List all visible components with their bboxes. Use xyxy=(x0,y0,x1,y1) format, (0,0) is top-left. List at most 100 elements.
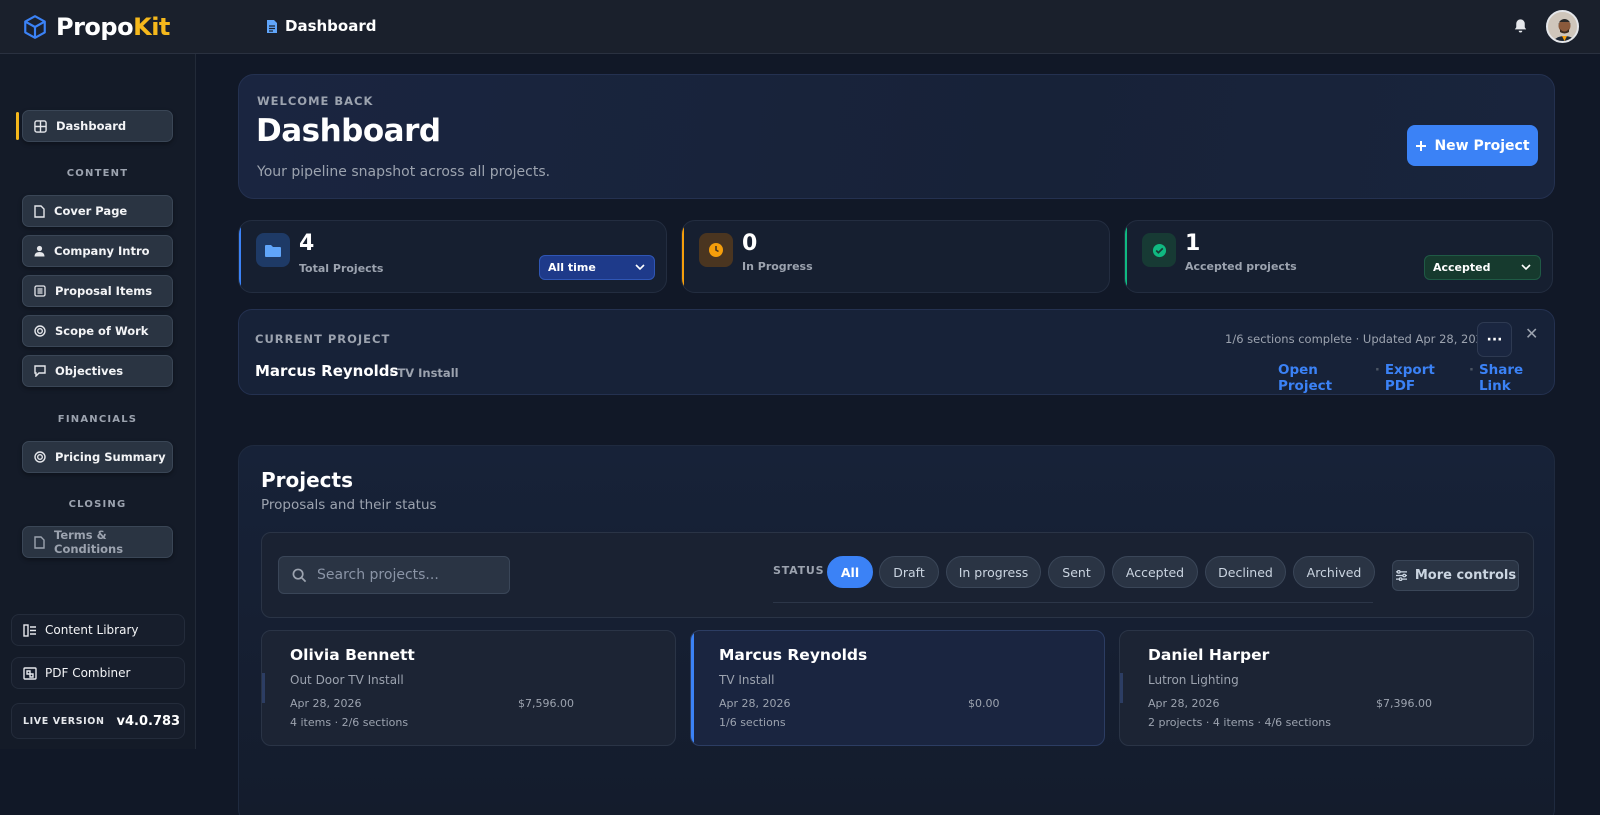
grid-icon xyxy=(34,119,47,133)
card-price: $0.00 xyxy=(968,697,1000,710)
combine-icon xyxy=(23,666,37,680)
link-separator: · xyxy=(1374,362,1380,378)
sidebar-item-label: Company Intro xyxy=(54,244,150,258)
stat-total-projects: 4 Total Projects All time xyxy=(238,220,667,293)
close-icon[interactable]: ✕ xyxy=(1525,324,1538,343)
stat-icon-box xyxy=(1142,233,1176,267)
more-controls-button[interactable]: More controls xyxy=(1392,560,1519,591)
stat-accepted: 1 Accepted projects Accepted xyxy=(1124,220,1553,293)
active-indicator xyxy=(16,112,19,140)
time-range-select[interactable]: All time xyxy=(539,255,655,280)
search-input[interactable]: Search projects... xyxy=(278,556,510,594)
current-project-panel: CURRENT PROJECT Marcus Reynolds · TV Ins… xyxy=(238,309,1555,395)
status-chip-sent[interactable]: Sent xyxy=(1048,556,1105,588)
status-chip-declined[interactable]: Declined xyxy=(1205,556,1286,588)
sidebar-item-label: Cover Page xyxy=(54,204,128,218)
content-library-link[interactable]: Content Library xyxy=(11,614,185,646)
search-icon xyxy=(292,568,307,582)
sidebar-item-label: Scope of Work xyxy=(55,324,149,338)
library-icon xyxy=(23,623,36,637)
document-icon xyxy=(267,19,277,33)
breadcrumb-label: Dashboard xyxy=(285,17,377,35)
sidebar-item-label: Objectives xyxy=(55,364,124,378)
status-filter-select[interactable]: Accepted xyxy=(1424,255,1541,280)
stat-label: In Progress xyxy=(742,260,813,273)
notifications-button[interactable] xyxy=(1512,17,1529,40)
more-options-glyph: ··· xyxy=(1486,331,1503,348)
projects-panel: Projects Proposals and their status Sear… xyxy=(238,445,1555,815)
open-project-link[interactable]: Open Project xyxy=(1278,362,1370,394)
projects-title: Projects xyxy=(261,468,354,492)
sidebar-item-label: Dashboard xyxy=(56,119,127,133)
time-range-value: All time xyxy=(548,261,596,274)
sidebar-item-scope-of-work[interactable]: Scope of Work xyxy=(22,315,173,347)
stat-accent-edge xyxy=(239,221,241,292)
breadcrumb: Dashboard xyxy=(266,17,376,35)
sidebar-item-label: Pricing Summary xyxy=(55,450,166,464)
sidebar-item-label: Proposal Items xyxy=(55,284,153,298)
status-chip-draft[interactable]: Draft xyxy=(879,556,939,588)
project-card-daniel-harper[interactable]: Daniel Harper Lutron Lighting Apr 28, 20… xyxy=(1119,630,1534,746)
sidebar-item-company-intro[interactable]: Company Intro xyxy=(22,235,173,267)
card-price: $7,396.00 xyxy=(1376,697,1432,710)
stat-label: Total Projects xyxy=(299,262,384,275)
sidebar-item-cover-page[interactable]: Cover Page xyxy=(22,195,173,227)
content-library-label: Content Library xyxy=(45,623,139,637)
sidebar-item-objectives[interactable]: Objectives xyxy=(22,355,173,387)
more-controls-label: More controls xyxy=(1414,568,1517,583)
status-chip-accepted[interactable]: Accepted xyxy=(1112,556,1198,588)
card-accent-edge xyxy=(1120,673,1123,703)
card-meta: 4 items · 2/6 sections xyxy=(290,716,409,729)
pdf-combiner-link[interactable]: PDF Combiner xyxy=(11,657,185,689)
section-label-closing: CLOSING xyxy=(68,499,127,510)
status-chip-in-progress[interactable]: In progress xyxy=(946,556,1041,588)
logo[interactable]: PropoKit xyxy=(22,13,170,41)
status-chip-archived[interactable]: Archived xyxy=(1293,556,1375,588)
card-client-name: Marcus Reynolds xyxy=(719,646,868,664)
new-project-label: New Project xyxy=(1434,137,1530,154)
sidebar-item-proposal-items[interactable]: Proposal Items xyxy=(22,275,173,307)
section-label-financials: FINANCIALS xyxy=(57,414,138,425)
card-date: Apr 28, 2026 xyxy=(1148,697,1220,710)
file-icon xyxy=(34,204,45,218)
project-card-marcus-reynolds[interactable]: Marcus Reynolds TV Install Apr 28, 2026 … xyxy=(690,630,1105,746)
welcome-hero: WELCOME BACK Dashboard Your pipeline sna… xyxy=(238,74,1555,199)
user-avatar[interactable] xyxy=(1546,10,1579,43)
export-pdf-link[interactable]: Export PDF xyxy=(1385,362,1464,394)
stat-icon-box xyxy=(256,233,290,267)
comment-icon xyxy=(34,365,46,377)
top-bar: PropoKit Dashboard xyxy=(0,0,1600,54)
search-placeholder: Search projects... xyxy=(317,567,439,583)
current-project-actions: Open Project · Export PDF · Share Link xyxy=(1278,362,1554,394)
card-price: $7,596.00 xyxy=(518,697,574,710)
target-icon xyxy=(34,325,46,337)
stat-accent-edge xyxy=(682,221,684,292)
share-link-link[interactable]: Share Link xyxy=(1479,362,1554,394)
card-project-type: TV Install xyxy=(719,673,775,687)
link-separator: · xyxy=(1468,362,1474,378)
new-project-button[interactable]: New Project xyxy=(1407,125,1538,166)
card-client-name: Olivia Bennett xyxy=(290,646,415,664)
card-project-type: Lutron Lighting xyxy=(1148,673,1239,687)
chip-divider xyxy=(773,602,1373,603)
version-value: v4.0.783 xyxy=(116,713,181,729)
project-card-olivia-bennett[interactable]: Olivia Bennett Out Door TV Install Apr 2… xyxy=(261,630,676,746)
sidebar-item-terms-conditions[interactable]: Terms & Conditions xyxy=(22,526,173,558)
sidebar-item-label: Terms & Conditions xyxy=(54,528,124,556)
sidebar-item-dashboard[interactable]: Dashboard xyxy=(22,110,173,142)
card-meta: 2 projects · 4 items · 4/6 sections xyxy=(1148,716,1332,729)
check-circle-icon xyxy=(1152,243,1166,257)
current-project-name: Marcus Reynolds xyxy=(255,362,399,380)
clock-icon xyxy=(709,243,723,257)
person-icon xyxy=(34,245,45,257)
current-project-label: CURRENT PROJECT xyxy=(255,332,391,346)
status-chip-all[interactable]: All xyxy=(827,556,873,588)
chevron-down-icon xyxy=(1521,264,1531,271)
sidebar-item-pricing-summary[interactable]: Pricing Summary xyxy=(22,441,173,473)
more-options-button[interactable]: ··· xyxy=(1477,322,1512,357)
list-icon xyxy=(34,285,46,297)
card-date: Apr 28, 2026 xyxy=(719,697,791,710)
version-badge: LIVE VERSION v4.0.783 xyxy=(11,703,185,739)
page-subtitle: Your pipeline snapshot across all projec… xyxy=(257,164,551,180)
current-project-type: · TV Install xyxy=(389,366,459,380)
